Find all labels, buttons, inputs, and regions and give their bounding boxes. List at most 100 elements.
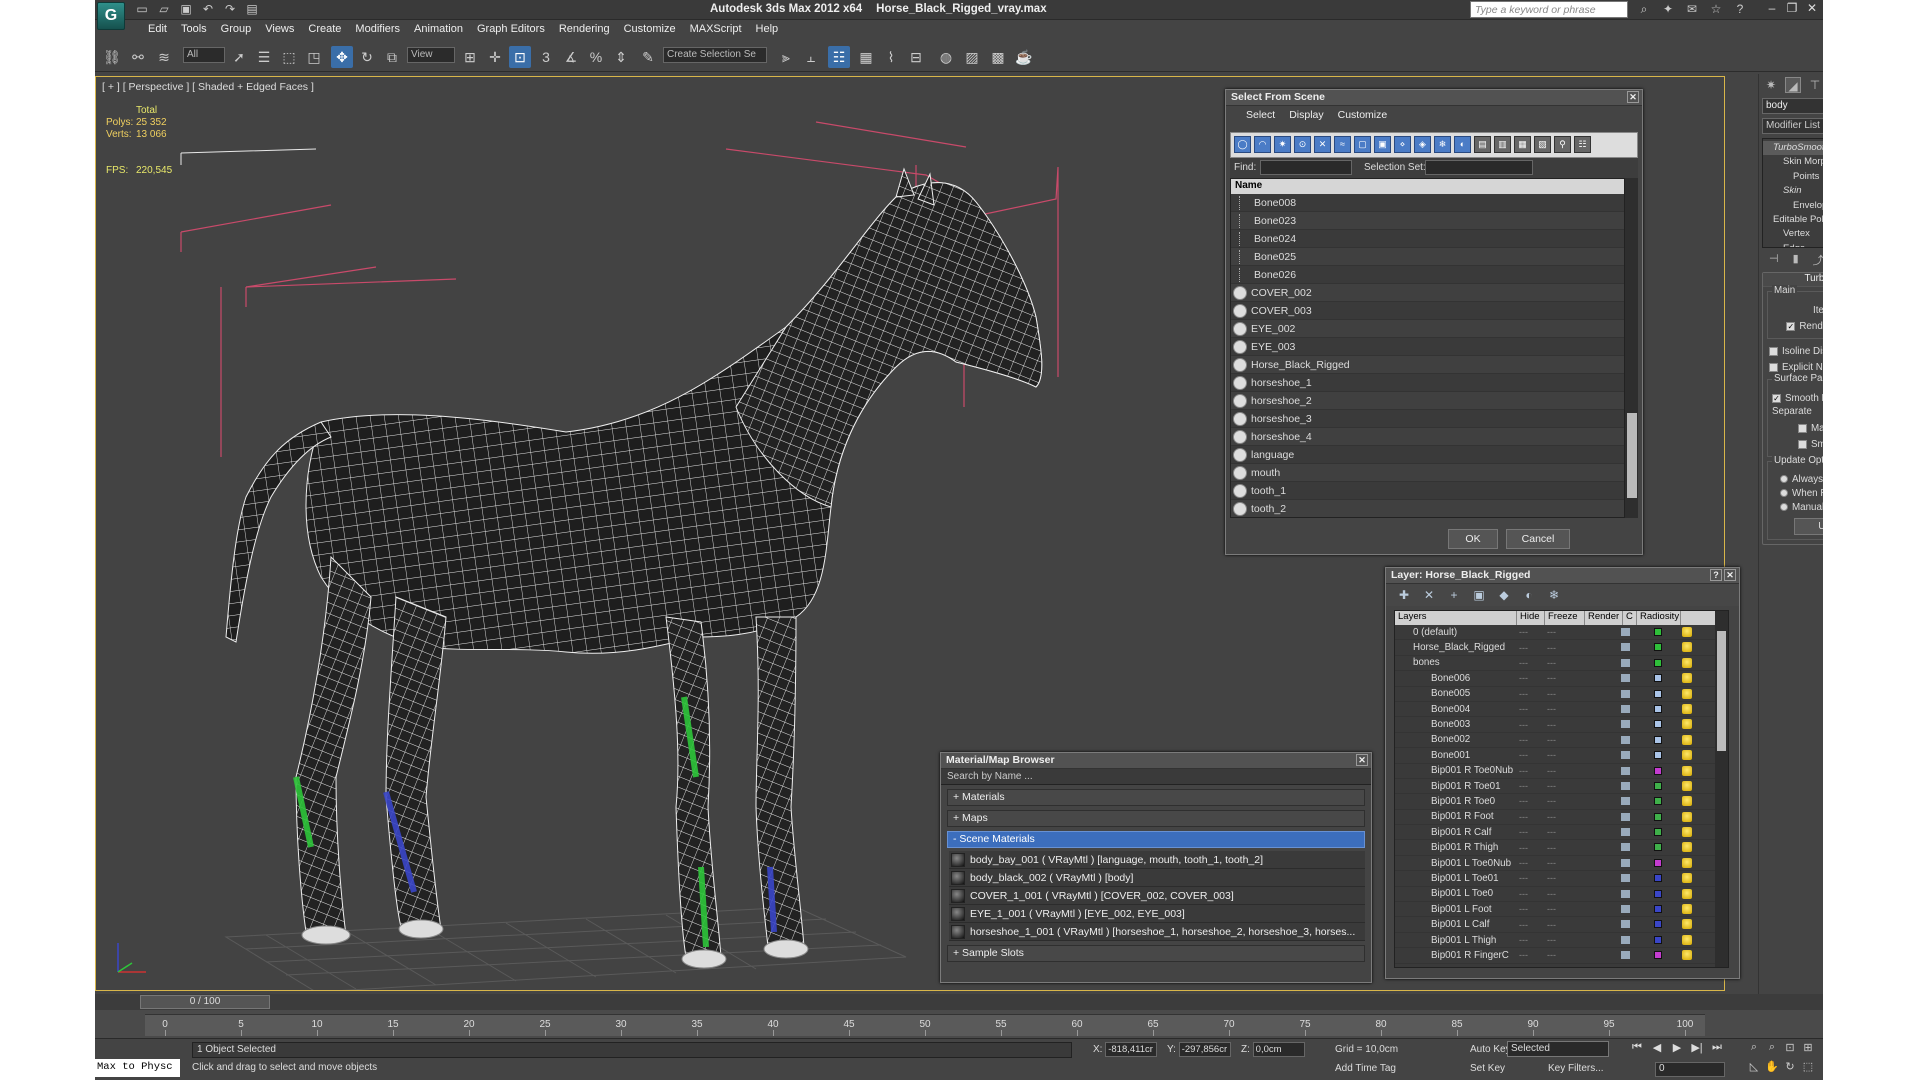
layer-row[interactable]: Bip001 L Toe0 --- --- [1395, 887, 1728, 903]
spinner-snap-icon[interactable]: ⇕ [610, 46, 632, 68]
render-teapot-icon[interactable] [1621, 735, 1630, 744]
group-filter-icon[interactable]: ▢ [1354, 136, 1371, 153]
layer-row[interactable]: bones --- --- [1395, 656, 1728, 672]
hierarchy-icon[interactable]: ☷ [1574, 136, 1591, 153]
freeze-toggle[interactable]: --- [1547, 920, 1556, 930]
manually-radio[interactable]: Manually [1772, 500, 1823, 514]
x-coordinate[interactable]: X: -818,411cr [1093, 1042, 1158, 1058]
smooth-result-checkbox[interactable]: ✓Smooth Result [1772, 390, 1823, 406]
key-mode-dropdown[interactable]: Selected [1507, 1041, 1609, 1057]
always-radio[interactable]: Always [1772, 472, 1823, 486]
render-teapot-icon[interactable] [1621, 951, 1630, 960]
menu-modifiers[interactable]: Modifiers [348, 20, 407, 40]
highlight-layer-icon[interactable]: ◆ [1496, 587, 1512, 603]
layer-color-swatch[interactable] [1654, 812, 1662, 821]
named-selection-sets-dropdown[interactable]: Create Selection Se [663, 47, 767, 63]
layer-color-swatch[interactable] [1654, 889, 1662, 898]
close-icon[interactable]: ✕ [1627, 91, 1639, 103]
radiosity-icon[interactable] [1682, 750, 1692, 761]
layer-row[interactable]: Bip001 L Thigh --- --- [1395, 933, 1728, 949]
hide-toggle[interactable]: --- [1519, 920, 1528, 930]
goto-end-icon[interactable]: ⏭ [1710, 1041, 1724, 1054]
scene-object-row[interactable]: Bone023 [1231, 212, 1637, 230]
radiosity-icon[interactable] [1682, 904, 1692, 915]
render-teapot-icon[interactable] [1621, 781, 1630, 790]
invert-display-icon[interactable]: ▦ [1514, 136, 1531, 153]
add-time-tag[interactable]: Add Time Tag [1335, 1063, 1396, 1074]
goto-start-icon[interactable]: ⏮ [1630, 1041, 1644, 1054]
xref-filter-icon[interactable]: ▣ [1374, 136, 1391, 153]
add-to-layer-icon[interactable]: + [1446, 587, 1462, 603]
frozen-filter-icon[interactable]: ❄ [1434, 136, 1451, 153]
hide-toggle[interactable]: --- [1519, 735, 1528, 745]
orbit-icon[interactable]: ↻ [1781, 1060, 1799, 1073]
layer-color-swatch[interactable] [1654, 781, 1662, 790]
select-by-name-icon[interactable]: ☰ [253, 46, 275, 68]
minimize-icon[interactable]: – [1765, 1, 1779, 15]
render-teapot-icon[interactable] [1621, 751, 1630, 760]
menu-maxscript[interactable]: MAXScript [683, 20, 749, 40]
layer-color-swatch[interactable] [1654, 658, 1662, 667]
render-teapot-icon[interactable] [1621, 858, 1630, 867]
freeze-toggle[interactable]: --- [1547, 658, 1556, 668]
spacewarp-filter-icon[interactable]: ≈ [1334, 136, 1351, 153]
mirror-icon[interactable]: ⫸ [775, 46, 797, 68]
layer-color-swatch[interactable] [1654, 735, 1662, 744]
selection-set-dropdown[interactable] [1425, 160, 1533, 175]
layer-scrollbar[interactable] [1715, 611, 1728, 967]
materials-checkbox[interactable]: Materials [1772, 420, 1823, 436]
freeze-toggle[interactable]: --- [1547, 781, 1556, 791]
radiosity-icon[interactable] [1682, 934, 1692, 945]
radiosity-icon[interactable] [1682, 780, 1692, 791]
hide-toggle[interactable]: --- [1519, 950, 1528, 960]
name-column-header[interactable]: Name [1231, 179, 1637, 194]
layer-row[interactable]: Bone003 --- --- [1395, 717, 1728, 733]
freeze-toggle[interactable]: --- [1547, 735, 1556, 745]
hide-toggle[interactable]: --- [1519, 796, 1528, 806]
light-filter-icon[interactable]: ✷ [1274, 136, 1291, 153]
auto-key-button[interactable]: Auto Key [1470, 1044, 1511, 1055]
layer-row[interactable]: Bip001 L Foot --- --- [1395, 902, 1728, 918]
menu-rendering[interactable]: Rendering [552, 20, 617, 40]
render-teapot-icon[interactable] [1621, 628, 1630, 636]
layer-color-swatch[interactable] [1654, 951, 1662, 960]
col-layers[interactable]: Layers [1395, 611, 1517, 625]
stack-item[interactable]: Points [1763, 170, 1823, 184]
freeze-toggle[interactable]: --- [1547, 843, 1556, 853]
material-item[interactable]: EYE_1_001 ( VRayMtl ) [EYE_002, EYE_003] [949, 905, 1365, 923]
render-production-icon[interactable]: ☕ [1013, 46, 1035, 68]
render-teapot-icon[interactable] [1621, 643, 1630, 652]
col-hide[interactable]: Hide [1517, 611, 1545, 625]
scene-object-row[interactable]: Bone025 [1231, 248, 1637, 266]
isoline-display-checkbox[interactable]: Isoline Display [1763, 343, 1823, 359]
scene-materials-group[interactable]: - Scene Materials [947, 831, 1365, 848]
render-teapot-icon[interactable] [1621, 843, 1630, 852]
freeze-toggle[interactable]: --- [1547, 935, 1556, 945]
select-object-icon[interactable]: ➚ [228, 46, 250, 68]
iterations-spinner[interactable]: Iterations:0 [1772, 302, 1823, 318]
hide-toggle[interactable]: --- [1519, 827, 1528, 837]
layer-row[interactable]: Bone001 --- --- [1395, 748, 1728, 764]
pivot-center-icon[interactable]: ⊞ [459, 46, 481, 68]
col-radiosity[interactable]: Radiosity [1637, 611, 1681, 625]
render-teapot-icon[interactable] [1621, 704, 1630, 713]
layer-row[interactable]: Bone002 --- --- [1395, 733, 1728, 749]
schematic-view-icon[interactable]: ⊟ [905, 46, 927, 68]
layer-row[interactable]: Bip001 R Toe0 --- --- [1395, 794, 1728, 810]
radiosity-icon[interactable] [1682, 719, 1692, 730]
layer-row[interactable]: Bip001 L Toe0Nub --- --- [1395, 856, 1728, 872]
zoom-extents-icon[interactable]: ⊡ [1781, 1041, 1799, 1054]
scene-object-row[interactable]: tooth_2 [1231, 500, 1637, 517]
zoom-extents-all-icon[interactable]: ⊞ [1799, 1041, 1817, 1054]
menu-help[interactable]: Help [749, 20, 786, 40]
menu-group[interactable]: Group [214, 20, 259, 40]
select-all-icon[interactable]: ▧ [1534, 136, 1551, 153]
modify-tab-icon[interactable]: ◢ [1785, 77, 1801, 93]
key-filters-button[interactable]: Key Filters... [1548, 1063, 1604, 1074]
stack-item[interactable]: Vertex [1763, 227, 1823, 241]
menu-tools[interactable]: Tools [174, 20, 214, 40]
hide-toggle[interactable]: --- [1519, 889, 1528, 899]
help-icon[interactable]: ? [1733, 2, 1747, 16]
freeze-toggle[interactable]: --- [1547, 812, 1556, 822]
radiosity-icon[interactable] [1682, 673, 1692, 684]
